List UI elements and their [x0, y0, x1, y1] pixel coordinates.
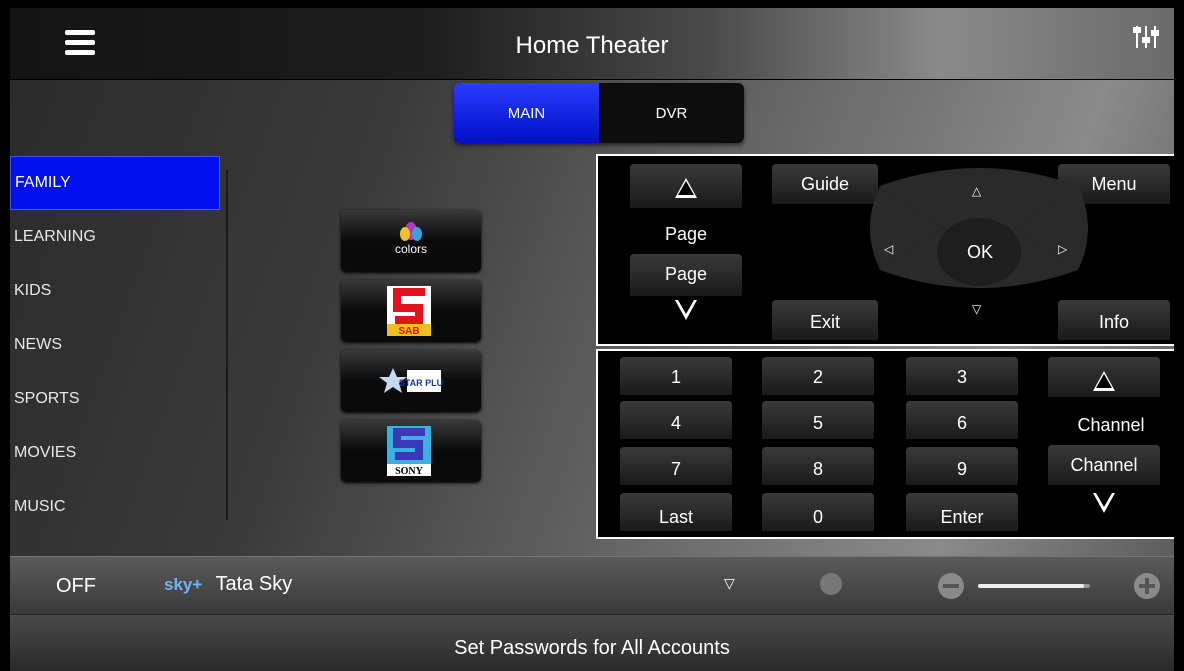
channel-down-button[interactable]: Channel: [1048, 445, 1160, 485]
key-last[interactable]: Last: [620, 493, 732, 531]
exit-label: Exit: [809, 312, 840, 332]
tab-dvr[interactable]: DVR: [599, 83, 744, 143]
dpad-right-icon: ▷: [1058, 242, 1068, 256]
mute-icon[interactable]: [820, 573, 842, 595]
svg-text:colors: colors: [395, 242, 427, 256]
category-kids[interactable]: KIDS: [10, 264, 220, 318]
category-news[interactable]: NEWS: [10, 318, 220, 372]
volume-slider[interactable]: [978, 584, 1090, 588]
svg-text:STAR PLUS: STAR PLUS: [399, 378, 443, 388]
channel-up-arrow-icon: [1093, 371, 1115, 391]
svg-text:SONY: SONY: [395, 466, 424, 477]
info-button[interactable]: Info: [1058, 300, 1170, 340]
key-5-label: 5: [812, 413, 823, 433]
category-divider: [226, 170, 228, 520]
volume-up-icon[interactable]: [1134, 573, 1160, 599]
key-9-label: 9: [956, 459, 967, 479]
key-0-label: 0: [812, 507, 823, 527]
category-learning[interactable]: LEARNING: [10, 210, 220, 264]
page-down-label: Page: [664, 264, 708, 284]
control-footer: OFF sky+ Tata Sky ▽: [10, 556, 1174, 614]
tab-bar: MAIN DVR: [454, 83, 744, 143]
channel-sony-button[interactable]: SONY: [341, 420, 481, 482]
page-up-label: Page: [664, 224, 708, 244]
sky-plus-logo: sky+: [164, 575, 203, 594]
key-6-label: 6: [956, 413, 967, 433]
key-8[interactable]: 8: [762, 447, 874, 485]
category-list: FAMILY LEARNING KIDS NEWS SPORTS MOVIES …: [10, 156, 220, 534]
colors-logo: colors: [395, 222, 427, 256]
key-0[interactable]: 0: [762, 493, 874, 531]
set-passwords-link[interactable]: Set Passwords for All Accounts: [10, 637, 1174, 660]
starplus-logo: STAR PLUS: [379, 368, 443, 393]
dpad-down-icon: ▽: [972, 302, 982, 316]
tab-main[interactable]: MAIN: [454, 83, 599, 143]
key-1[interactable]: 1: [620, 357, 732, 395]
power-off-button[interactable]: OFF: [56, 575, 96, 598]
page-title: Home Theater: [515, 32, 669, 59]
channel-down-arrow-icon: [1093, 493, 1115, 513]
source-name: Tata Sky: [215, 573, 293, 595]
navigation-panel: Page Page Guide Menu Exit Info OK △ ▽ ◁ …: [596, 154, 1174, 346]
page-up-button[interactable]: [630, 164, 742, 208]
key-3-label: 3: [956, 367, 967, 387]
bottom-bar: Set Passwords for All Accounts: [10, 614, 1174, 671]
key-4[interactable]: 4: [620, 401, 732, 439]
dpad: [870, 168, 1088, 288]
page-up-arrow-icon: [675, 178, 697, 198]
key-4-label: 4: [670, 413, 681, 433]
channel-up-label: Channel: [1077, 415, 1145, 435]
sab-logo: SAB: [387, 286, 431, 337]
channel-up-button[interactable]: [1048, 357, 1160, 397]
source-dropdown-icon[interactable]: ▽: [724, 575, 735, 592]
category-sports[interactable]: SPORTS: [10, 372, 220, 426]
volume-fill: [978, 584, 1085, 588]
ok-label: OK: [966, 242, 993, 262]
key-2-label: 2: [812, 367, 823, 387]
key-last-label: Last: [658, 507, 694, 527]
key-6[interactable]: 6: [906, 401, 1018, 439]
key-enter[interactable]: Enter: [906, 493, 1018, 531]
key-7[interactable]: 7: [620, 447, 732, 485]
category-music[interactable]: MUSIC: [10, 480, 220, 534]
sony-logo: SONY: [387, 426, 431, 477]
key-3[interactable]: 3: [906, 357, 1018, 395]
dpad-left-icon: ◁: [884, 242, 894, 256]
key-7-label: 7: [670, 459, 681, 479]
keypad-panel: 1 2 3 4 5 6 7 8 9 Last 0 Enter Channel C…: [596, 349, 1174, 539]
volume-down-icon[interactable]: [938, 573, 964, 599]
key-8-label: 8: [812, 459, 823, 479]
svg-text:SAB: SAB: [398, 326, 419, 337]
category-movies[interactable]: MOVIES: [10, 426, 220, 480]
page-down-button[interactable]: Page: [630, 254, 742, 296]
info-label: Info: [1098, 312, 1130, 332]
key-enter-label: Enter: [940, 507, 984, 527]
channel-down-label: Channel: [1070, 455, 1138, 475]
dpad-up-icon: △: [972, 184, 982, 198]
category-family[interactable]: FAMILY: [10, 156, 220, 210]
key-2[interactable]: 2: [762, 357, 874, 395]
header: Home Theater: [10, 8, 1174, 80]
key-5[interactable]: 5: [762, 401, 874, 439]
key-1-label: 1: [670, 367, 681, 387]
app-frame: Home Theater MAIN DVR FAMILY LEARNING KI…: [10, 8, 1174, 671]
sliders-icon[interactable]: [1132, 22, 1160, 52]
key-9[interactable]: 9: [906, 447, 1018, 485]
page-down-arrow-icon: [675, 300, 697, 320]
channel-sab-button[interactable]: SAB: [341, 280, 481, 342]
source-selector[interactable]: sky+ Tata Sky: [164, 573, 292, 596]
channel-starplus-button[interactable]: STAR PLUS: [341, 350, 481, 412]
channel-colors-button[interactable]: colors: [341, 210, 481, 272]
exit-button[interactable]: Exit: [772, 300, 878, 340]
